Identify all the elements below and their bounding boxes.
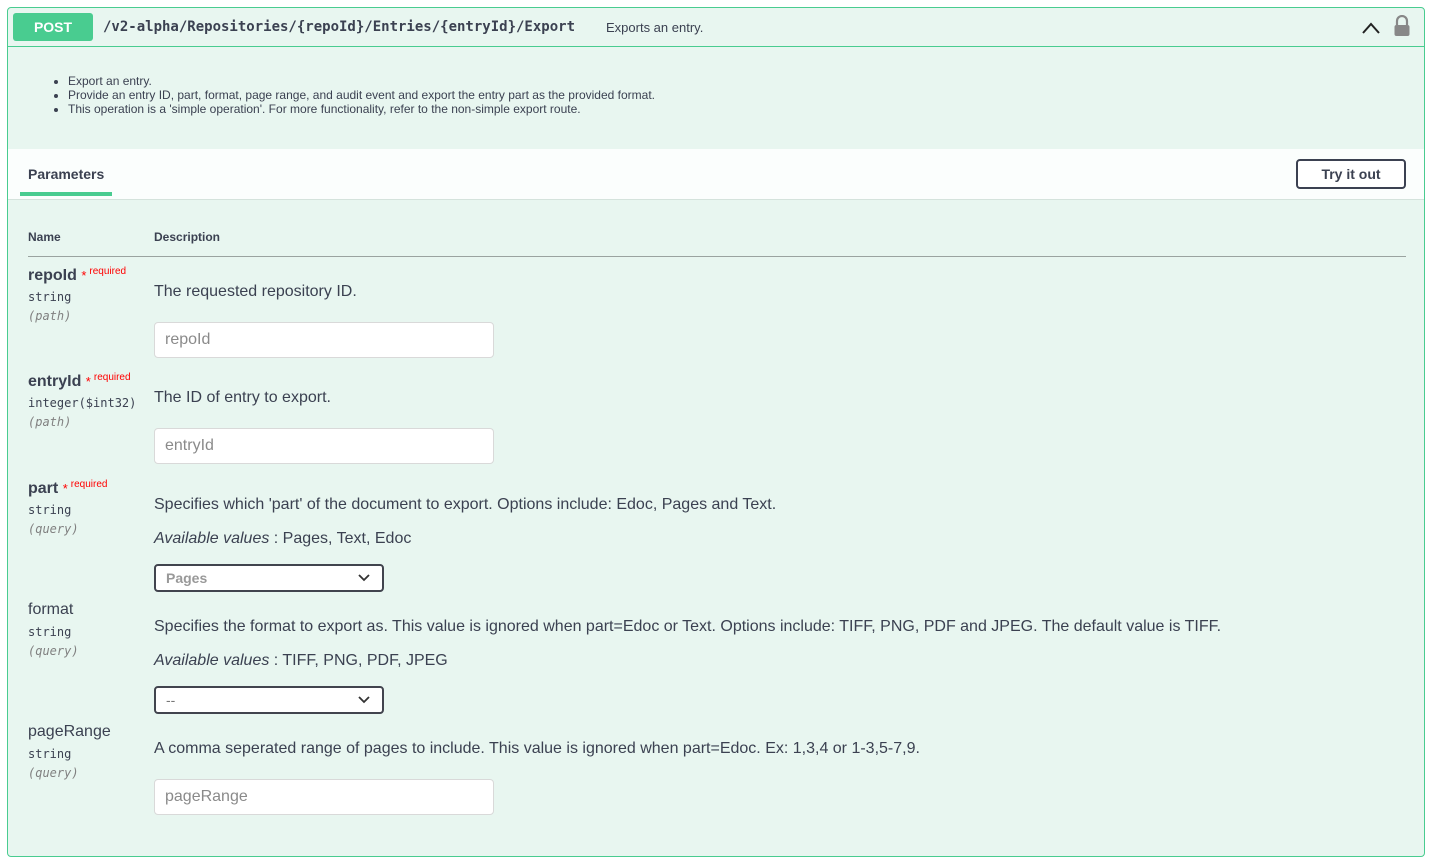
param-type: string — [28, 747, 72, 761]
column-header-description: Description — [154, 230, 221, 244]
lock-icon[interactable] — [1393, 15, 1411, 37]
param-type: string — [28, 290, 72, 304]
param-description: The ID of entry to export. — [154, 389, 331, 406]
param-name-entryid: entryId * required — [28, 372, 131, 391]
description-item: Export an entry. — [68, 74, 655, 88]
endpoint-path: /v2-alpha/Repositories/{repoId}/Entries/… — [103, 19, 576, 35]
entryid-input[interactable] — [154, 428, 494, 464]
header-divider — [28, 256, 1406, 257]
chevron-down-icon — [358, 696, 370, 704]
available-values-list: : Pages, Text, Edoc — [269, 530, 412, 547]
param-location: (query) — [28, 766, 79, 780]
param-name-part: part * required — [28, 479, 107, 498]
available-values-list: : TIFF, PNG, PDF, JPEG — [269, 652, 448, 669]
param-name-text: part — [28, 480, 59, 497]
available-values-label: Available values — [154, 530, 270, 547]
available-values-label: Available values — [154, 652, 270, 669]
param-location: (query) — [28, 522, 79, 536]
param-name-format: format — [28, 601, 74, 618]
available-values: Available values : Pages, Text, Edoc — [154, 530, 411, 548]
param-description: A comma seperated range of pages to incl… — [154, 740, 920, 757]
param-description: Specifies which 'part' of the document t… — [154, 496, 777, 513]
tab-active-indicator — [20, 192, 112, 196]
required-star: * — [81, 268, 87, 283]
description-item: This operation is a 'simple operation'. … — [68, 102, 655, 116]
param-name-repoid: repoId * required — [28, 266, 126, 285]
required-star: * — [85, 374, 91, 389]
param-name-text: repoId — [28, 267, 77, 284]
column-header-name: Name — [28, 230, 61, 244]
select-value: -- — [166, 692, 176, 708]
param-type: integer($int32) — [28, 396, 137, 410]
format-select[interactable]: -- — [154, 686, 384, 714]
param-location: (path) — [28, 415, 72, 429]
operation-block: POST /v2-alpha/Repositories/{repoId}/Ent… — [7, 7, 1425, 857]
operation-description-list: Export an entry. Provide an entry ID, pa… — [48, 74, 655, 116]
parameters-header: Parameters Try it out — [8, 149, 1424, 200]
param-description: Specifies the format to export as. This … — [154, 618, 1222, 635]
param-type: string — [28, 625, 72, 639]
param-description: The requested repository ID. — [154, 283, 357, 300]
description-item: Provide an entry ID, part, format, page … — [68, 88, 655, 102]
param-location: (path) — [28, 309, 72, 323]
operation-summary-text: Exports an entry. — [606, 20, 704, 35]
chevron-up-icon[interactable] — [1361, 20, 1381, 36]
tab-parameters[interactable]: Parameters — [28, 166, 104, 182]
try-it-out-button[interactable]: Try it out — [1296, 159, 1406, 189]
param-type: string — [28, 503, 72, 517]
required-label: required — [70, 479, 108, 490]
pagerange-input[interactable] — [154, 779, 494, 815]
param-name-pagerange: pageRange — [28, 723, 111, 740]
repoid-input[interactable] — [154, 322, 494, 358]
available-values: Available values : TIFF, PNG, PDF, JPEG — [154, 652, 448, 670]
select-value: Pages — [166, 570, 208, 586]
chevron-down-icon — [358, 574, 370, 582]
param-location: (query) — [28, 644, 79, 658]
operation-summary[interactable]: POST /v2-alpha/Repositories/{repoId}/Ent… — [8, 8, 1424, 47]
required-label: required — [89, 266, 127, 277]
method-badge: POST — [13, 13, 93, 41]
required-label: required — [93, 372, 131, 383]
param-name-text: entryId — [28, 373, 82, 390]
required-star: * — [62, 481, 68, 496]
part-select[interactable]: Pages — [154, 564, 384, 592]
